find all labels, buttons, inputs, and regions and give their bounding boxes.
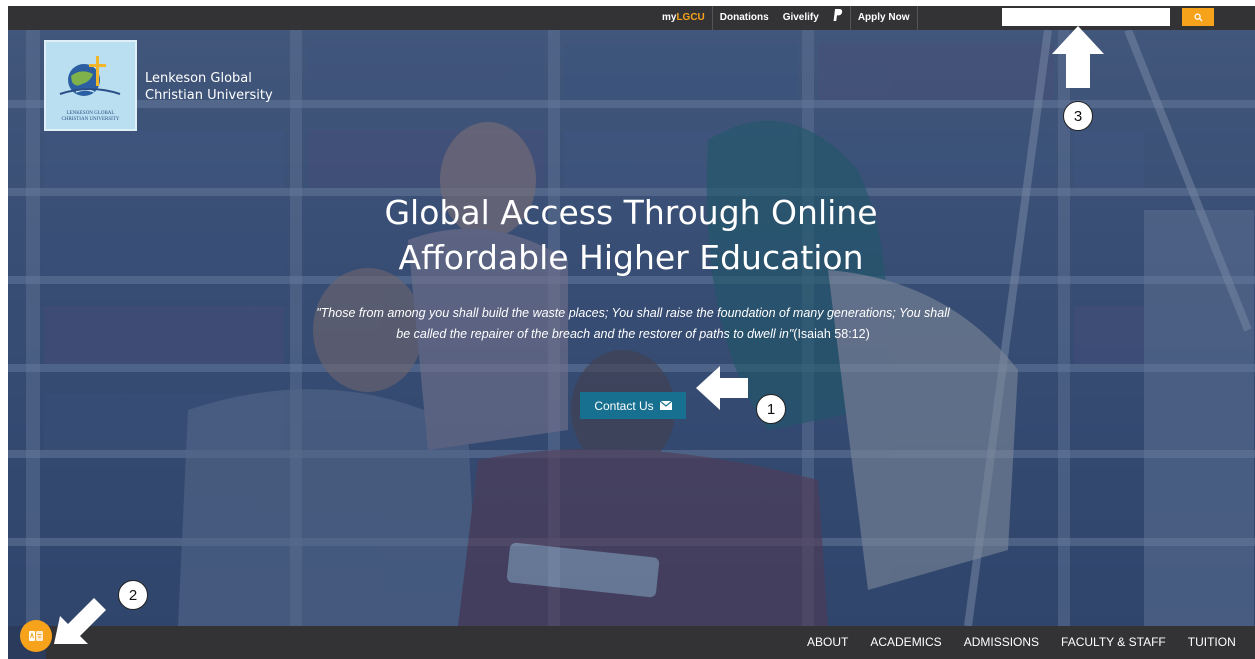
nav-item-academics[interactable]: ACADEMICS: [859, 626, 952, 659]
givelify-link[interactable]: Givelify: [776, 6, 826, 30]
mylgcu-suffix: LGCU: [676, 12, 705, 23]
annotation-arrow-1: [696, 366, 748, 410]
main-nav-list: ABOUT ACADEMICS ADMISSIONS FACULTY & STA…: [796, 626, 1247, 659]
university-logo[interactable]: LENKESON GLOBAL CHRISTIAN UNIVERSITY: [44, 40, 137, 131]
main-nav: ABOUT ACADEMICS ADMISSIONS FACULTY & STA…: [46, 626, 1255, 659]
university-name[interactable]: Lenkeson Global Christian University: [145, 70, 295, 104]
hero-headline: Global Access Through Online Affordable …: [331, 190, 931, 280]
nav-item-faculty-staff[interactable]: FACULTY & STAFF: [1050, 626, 1177, 659]
envelope-icon: [659, 401, 672, 410]
apply-now-link[interactable]: Apply Now: [851, 6, 917, 30]
university-name-line1: Lenkeson Global: [145, 71, 252, 86]
mylgcu-prefix: my: [662, 12, 677, 23]
logo-caption-line2: CHRISTIAN UNIVERSITY: [61, 117, 120, 122]
quote-citation: (Isaiah 58:12): [793, 327, 870, 341]
search-icon: [1193, 12, 1203, 22]
university-name-line2: Christian University: [145, 88, 273, 103]
scripture-quote: "Those from among you shall build the wa…: [315, 303, 951, 345]
logo-caption: LENKESON GLOBAL CHRISTIAN UNIVERSITY: [46, 111, 135, 123]
paypal-link[interactable]: [826, 6, 850, 30]
hero-headline-line2: Affordable Higher Education: [398, 238, 864, 277]
annotation-callout-2: 2: [118, 580, 148, 610]
hero-headline-line1: Global Access Through Online: [384, 193, 878, 232]
annotation-callout-3: 3: [1063, 101, 1093, 131]
annotation-arrow-2: [54, 598, 106, 644]
globe-cross-emblem: [59, 56, 121, 96]
annotation-arrow-3: [1052, 26, 1104, 88]
nav-item-about[interactable]: ABOUT: [796, 626, 859, 659]
nav-item-tuition[interactable]: TUITION: [1177, 626, 1247, 659]
nav-item-admissions[interactable]: ADMISSIONS: [953, 626, 1050, 659]
contact-us-button[interactable]: Contact Us: [580, 392, 686, 419]
page: myLGCU Donations Givelify Apply Now LENK…: [8, 6, 1255, 659]
paypal-icon: [833, 9, 843, 21]
mylgcu-link[interactable]: myLGCU: [655, 6, 712, 30]
accessibility-translate-button[interactable]: [20, 620, 52, 652]
translate-icon: [29, 631, 43, 641]
top-nav: myLGCU Donations Givelify Apply Now: [655, 6, 918, 30]
search-button[interactable]: [1182, 8, 1214, 26]
divider: [916, 6, 918, 30]
donations-link[interactable]: Donations: [713, 6, 776, 30]
contact-us-label: Contact Us: [594, 398, 654, 413]
annotation-callout-1: 1: [756, 394, 786, 424]
